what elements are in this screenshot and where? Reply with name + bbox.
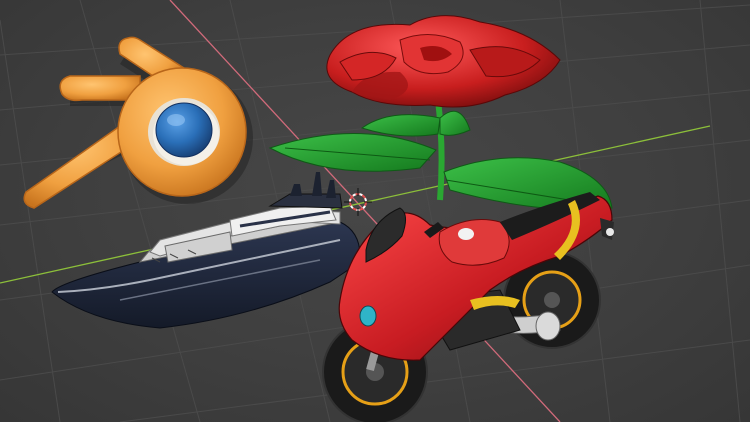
blender-logo xyxy=(23,36,253,209)
3d-viewport[interactable] xyxy=(0,0,750,422)
viewport-canvas[interactable] xyxy=(0,0,750,422)
motorcycle xyxy=(322,192,614,422)
rose xyxy=(268,15,613,211)
